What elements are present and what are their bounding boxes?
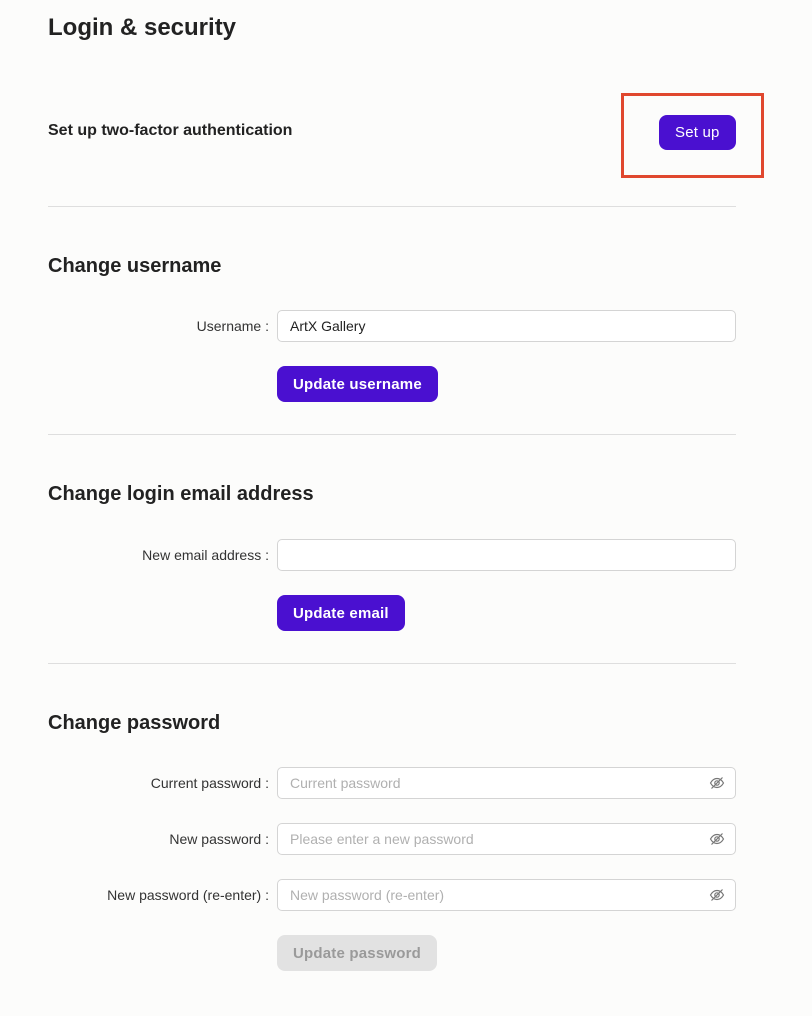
- current-password-label: Current password :: [150, 775, 269, 791]
- divider: [48, 663, 736, 664]
- eye-off-icon[interactable]: [709, 775, 725, 791]
- email-input[interactable]: [277, 539, 736, 571]
- change-password-title: Change password: [48, 712, 221, 734]
- change-email-title: Change login email address: [48, 483, 314, 505]
- change-username-title: Change username: [48, 255, 222, 277]
- eye-off-icon[interactable]: [709, 831, 725, 847]
- reenter-password-label: New password (re-enter) :: [107, 887, 269, 903]
- divider: [48, 434, 736, 435]
- two-factor-label: Set up two-factor authentication: [48, 122, 293, 139]
- page-title: Login & security: [48, 14, 237, 41]
- email-label: New email address :: [142, 547, 269, 563]
- new-password-label: New password :: [169, 831, 269, 847]
- update-username-button[interactable]: Update username: [277, 366, 438, 402]
- username-input[interactable]: [277, 310, 736, 342]
- reenter-password-input[interactable]: [277, 879, 736, 911]
- divider: [48, 206, 736, 207]
- two-factor-setup-button[interactable]: Set up: [659, 115, 736, 150]
- login-security-page: Login & security Set up two-factor authe…: [0, 0, 812, 1016]
- username-label: Username :: [196, 318, 269, 334]
- update-email-button[interactable]: Update email: [277, 595, 405, 631]
- new-password-input[interactable]: [277, 823, 736, 855]
- current-password-input[interactable]: [277, 767, 736, 799]
- eye-off-icon[interactable]: [709, 887, 725, 903]
- update-password-button[interactable]: Update password: [277, 935, 438, 971]
